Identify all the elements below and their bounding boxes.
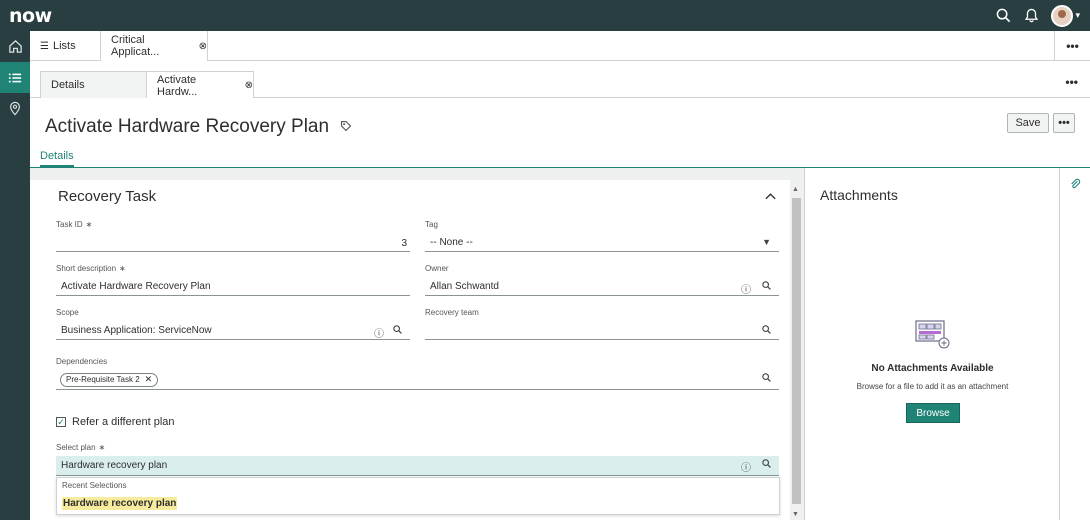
form-area: Recovery Task Task ID ∗ 3 Tag -- None -- … <box>30 168 804 520</box>
refer-plan-label: Refer a different plan <box>72 416 175 428</box>
info-icon[interactable]: ⓘ <box>374 325 384 340</box>
recovery-task-card: Recovery Task Task ID ∗ 3 Tag -- None -- … <box>30 180 790 520</box>
now-logo[interactable]: now <box>9 5 52 27</box>
no-attachments-text: No Attachments Available <box>871 363 994 374</box>
info-icon[interactable]: ⓘ <box>741 281 751 296</box>
chevron-up-icon[interactable] <box>765 188 776 203</box>
search-icon[interactable] <box>762 459 771 471</box>
select-plan-value: Hardware recovery plan <box>61 460 168 471</box>
search-icon[interactable] <box>762 373 771 385</box>
select-plan-label: Select plan ∗ <box>56 443 106 452</box>
scroll-down-icon[interactable]: ▼ <box>792 511 799 518</box>
close-icon[interactable]: ⊗ <box>245 80 253 91</box>
dropdown-header: Recent Selections <box>62 481 127 490</box>
scroll-thumb[interactable] <box>792 198 801 504</box>
close-icon[interactable]: ⊗ <box>199 41 207 52</box>
remove-icon[interactable]: ✕ <box>145 374 153 385</box>
tag-select[interactable]: -- None -- ▼ <box>425 234 779 252</box>
dependency-chip-label: Pre-Requisite Task 2 <box>66 375 140 384</box>
attachments-hint: Browse for a file to add it as an attach… <box>856 382 1009 391</box>
required-icon: ∗ <box>85 220 93 229</box>
dependencies-label: Dependencies <box>56 357 108 366</box>
list-icon[interactable] <box>0 62 30 93</box>
scope-field[interactable]: Business Application: ServiceNow ⓘ <box>56 322 410 340</box>
record-header: Activate Hardware Recovery Plan Save •••… <box>30 98 1090 168</box>
tab-lists-label: Lists <box>52 40 76 52</box>
dependencies-field[interactable]: Pre-Requisite Task 2 ✕ <box>56 370 779 390</box>
dropdown-option[interactable]: Hardware recovery plan <box>62 497 178 510</box>
map-pin-icon[interactable] <box>0 93 30 124</box>
save-button[interactable]: Save <box>1007 113 1049 133</box>
form-scrollbar[interactable]: ▲ ▼ <box>790 184 803 520</box>
paperclip-icon[interactable] <box>1069 178 1081 193</box>
workspace-tab-bar: ☰ Lists Critical Applicat... ⊗ ••• <box>30 31 1090 61</box>
search-icon[interactable] <box>393 325 402 337</box>
task-id-field[interactable]: 3 <box>56 234 410 252</box>
more-actions-button[interactable]: ••• <box>1053 113 1075 133</box>
required-icon: ∗ <box>98 443 106 452</box>
refer-plan-checkbox[interactable]: ✓ <box>56 417 66 427</box>
owner-value: Allan Schwantd <box>430 281 499 292</box>
select-plan-input[interactable]: Hardware recovery plan ⓘ <box>56 456 779 476</box>
chevron-down-icon[interactable]: ▾ <box>1075 10 1080 21</box>
section-title: Recovery Task <box>58 188 157 205</box>
search-icon[interactable] <box>762 281 771 293</box>
owner-label: Owner <box>425 264 449 273</box>
scope-value: Business Application: ServiceNow <box>61 325 212 336</box>
info-icon[interactable]: ⓘ <box>741 459 751 474</box>
tag-value: -- None -- <box>430 237 473 248</box>
scope-label: Scope <box>56 308 79 317</box>
hamburger-icon: ☰ <box>40 40 49 52</box>
recovery-team-label: Recovery team <box>425 308 479 317</box>
tab-details[interactable]: Details <box>40 71 147 98</box>
left-rail <box>0 31 30 520</box>
bell-icon[interactable] <box>1023 8 1039 24</box>
tab-details-form[interactable]: Details <box>40 150 74 167</box>
plan-dropdown: Recent Selections Hardware recovery plan <box>56 477 780 515</box>
tab-critical-applications[interactable]: Critical Applicat... ⊗ <box>101 31 208 61</box>
scroll-up-icon[interactable]: ▲ <box>792 186 799 193</box>
more-options-button[interactable]: ••• <box>1054 31 1090 61</box>
owner-field[interactable]: Allan Schwantd ⓘ <box>425 278 779 296</box>
record-tab-bar: Details Activate Hardw... ⊗ ••• <box>30 61 1090 99</box>
tag-icon[interactable] <box>340 120 352 135</box>
browse-button[interactable]: Browse <box>906 403 960 423</box>
short-description-input[interactable]: Activate Hardware Recovery Plan <box>56 278 410 296</box>
tab-activate-hardware[interactable]: Activate Hardw... ⊗ <box>146 71 254 99</box>
attachments-illustration-icon <box>915 320 951 353</box>
task-id-label: Task ID ∗ <box>56 220 93 229</box>
short-description-label: Short description ∗ <box>56 264 126 273</box>
attachments-title: Attachments <box>820 187 898 203</box>
tag-label: Tag <box>425 220 438 229</box>
top-bar: now ▾ <box>0 0 1090 31</box>
search-icon[interactable] <box>762 325 771 337</box>
more-options-button[interactable]: ••• <box>1065 75 1078 89</box>
dependency-chip[interactable]: Pre-Requisite Task 2 ✕ <box>60 372 159 387</box>
page-title: Activate Hardware Recovery Plan <box>45 116 330 137</box>
recovery-team-field[interactable] <box>425 322 779 340</box>
attachments-panel: Attachments No Attachments Available Bro… <box>804 168 1059 520</box>
tab-details-label: Details <box>51 79 85 91</box>
home-icon[interactable] <box>0 31 30 62</box>
right-side-panel <box>1059 168 1090 520</box>
tab-critical-label: Critical Applicat... <box>111 34 160 58</box>
user-avatar[interactable] <box>1051 4 1074 27</box>
task-id-value: 3 <box>401 238 407 249</box>
top-icons: ▾ <box>995 0 1080 31</box>
search-icon[interactable] <box>995 8 1011 24</box>
caret-down-icon: ▼ <box>762 237 771 247</box>
tab-lists[interactable]: ☰ Lists <box>30 31 101 61</box>
required-icon: ∗ <box>119 264 126 273</box>
tab-activate-label: Activate Hardw... <box>157 73 198 98</box>
